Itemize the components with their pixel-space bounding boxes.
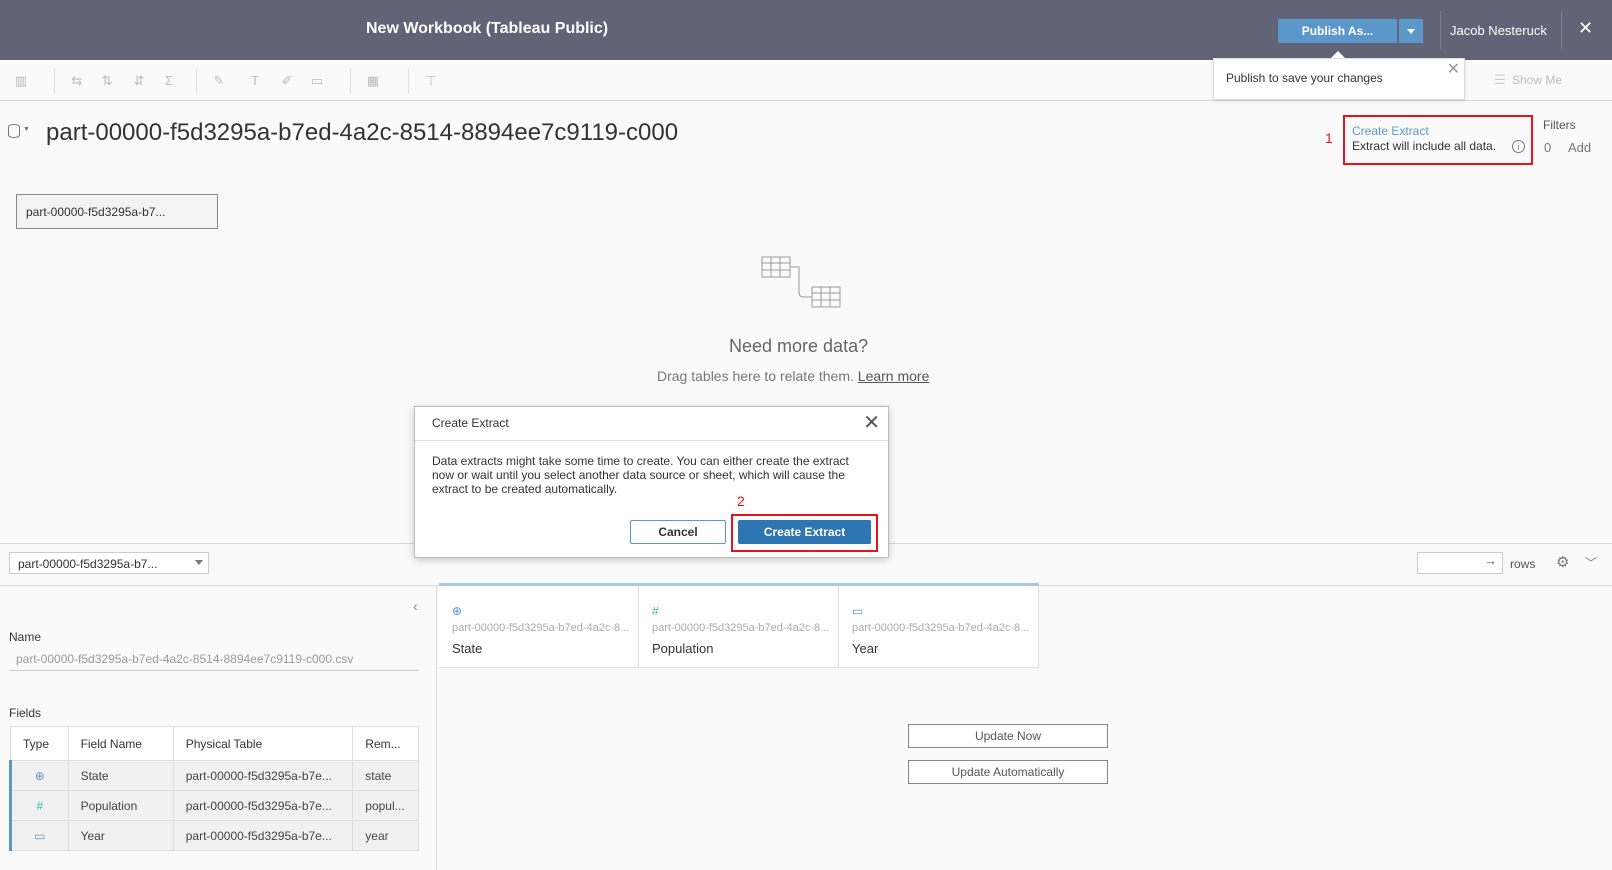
cancel-button[interactable]: Cancel [630,520,726,544]
grid-column-population[interactable]: # part-00000-f5d3295a-b7ed-4a2c-8... Pop… [639,586,839,668]
annotation-number: 1 [1325,130,1333,146]
dialog-header: Create Extract ✕ [415,407,888,441]
field-name[interactable]: Population [67,790,174,821]
table-row[interactable]: ▭ Year part-00000-f5d3295a-b7e... year [9,820,419,851]
learn-more-link[interactable]: Learn more [858,368,930,384]
globe-icon[interactable]: ⊕ [452,604,462,618]
number-icon[interactable]: # [652,604,659,618]
table-select[interactable]: part-00000-f5d3295a-b7... [9,552,209,574]
publish-dropdown-button[interactable] [1399,19,1423,43]
new-data-source-icon[interactable]: ▥ [12,73,30,89]
publish-tooltip-text: Publish to save your changes [1226,71,1383,85]
globe-icon[interactable]: ⊕ [9,760,69,791]
column-header-physical-table[interactable]: Physical Table [172,726,354,761]
filters-label: Filters [1543,118,1576,132]
column-source: part-00000-f5d3295a-b7ed-4a2c-8... [452,622,630,634]
field-name[interactable]: State [67,760,174,791]
rows-label: rows [1510,557,1536,571]
close-icon[interactable]: ✕ [863,410,880,435]
update-now-button[interactable]: Update Now [908,724,1108,748]
data-grid-header: ⊕ part-00000-f5d3295a-b7ed-4a2c-8... Sta… [439,583,1039,668]
grid-column-year[interactable]: ▭ part-00000-f5d3295a-b7ed-4a2c-8... Yea… [839,586,1039,668]
chart-icon[interactable]: ▦ [364,73,382,89]
need-more-data-heading: Need more data? [729,336,869,356]
annotation-number: 2 [737,493,745,509]
gear-icon[interactable]: ⚙ [1556,553,1569,571]
database-icon[interactable] [8,124,20,138]
annotation-icon[interactable]: ✐ [278,73,296,89]
toolbar-divider [350,68,351,94]
labels-icon[interactable]: T [246,73,264,89]
chevron-down-icon[interactable] [195,560,203,565]
remote-field: year [352,820,419,851]
fields-label: Fields [9,706,42,720]
name-field-underline [9,670,419,671]
show-me-icon: ☰ [1494,72,1506,87]
column-source: part-00000-f5d3295a-b7ed-4a2c-8... [852,622,1030,634]
arrow-right-icon[interactable]: → [1484,553,1497,568]
physical-table: part-00000-f5d3295a-b7e... [172,760,354,791]
chevron-down-icon[interactable]: ▼ [23,126,30,133]
sort-descending-icon[interactable]: ⇵ [130,73,148,89]
column-name: Population [652,641,714,656]
data-source-title[interactable]: part-00000-f5d3295a-b7ed-4a2c-8514-8894e… [46,119,678,147]
close-icon[interactable]: ✕ [1447,59,1460,79]
physical-table: part-00000-f5d3295a-b7e... [172,790,354,821]
column-name: Year [852,641,879,656]
need-more-data-text: Drag tables here to relate them. [657,368,854,384]
table-header-row: Type Field Name Physical Table Rem... [10,726,419,761]
remote-field: state [352,760,419,791]
user-menu[interactable]: Jacob Nesteruck [1450,23,1547,38]
column-header-type[interactable]: Type [10,726,69,761]
toolbar-divider [54,68,55,94]
publish-tooltip: Publish to save your changes ✕ [1213,58,1465,100]
show-me-button[interactable]: Show Me [1512,73,1562,87]
publish-as-button[interactable]: Publish As... [1278,19,1397,43]
name-label: Name [9,630,42,644]
chevron-down-icon[interactable]: ﹀ [1585,554,1597,571]
number-icon[interactable]: # [9,790,69,821]
sort-ascending-icon[interactable]: ⇅ [98,73,116,89]
dialog-message: Data extracts might take some time to cr… [432,454,849,496]
totals-icon[interactable]: Σ [160,73,178,89]
toolbar-divider [196,68,197,94]
toolbar-divider [408,68,409,94]
physical-table: part-00000-f5d3295a-b7e... [172,820,354,851]
highlight-icon[interactable]: ✎ [210,73,228,89]
title-bar-divider [1561,11,1562,49]
column-header-remote[interactable]: Rem... [352,726,419,761]
calendar-icon[interactable]: ▭ [852,604,863,618]
fields-table: Type Field Name Physical Table Rem... ⊕ … [9,726,419,851]
relate-tables-icon [761,256,841,308]
filters-count: 0 [1544,140,1552,155]
column-source: part-00000-f5d3295a-b7ed-4a2c-8... [652,622,830,634]
calendar-icon[interactable]: ▭ [9,820,69,851]
table-row[interactable]: # Population part-00000-f5d3295a-b7e... … [9,790,419,821]
collapse-icon[interactable]: ‹ [413,598,418,614]
close-icon[interactable]: ✕ [1578,18,1593,39]
need-more-data-subtext: Drag tables here to relate them. Learn m… [657,368,929,384]
extract-info-text: Extract will include all data. [1352,139,1497,153]
dialog-title: Create Extract [432,416,509,430]
table-row[interactable]: ⊕ State part-00000-f5d3295a-b7e... state [9,760,419,791]
canvas-table-chip[interactable]: part-00000-f5d3295a-b7... [16,194,218,229]
update-automatically-button[interactable]: Update Automatically [908,760,1108,784]
add-filter-link[interactable]: Add [1568,140,1591,155]
annotation-highlight-box [731,514,878,552]
presentation-icon[interactable]: ⊤ [422,73,440,89]
field-name[interactable]: Year [67,820,174,851]
info-icon[interactable]: i [1512,140,1525,153]
title-bar-divider [1440,11,1441,49]
create-extract-link[interactable]: Create Extract [1352,124,1429,138]
column-name: State [452,641,483,656]
name-field[interactable]: part-00000-f5d3295a-b7ed-4a2c-8514-8894e… [16,652,353,666]
remote-field: popul... [352,790,419,821]
fit-icon[interactable]: ▭ [308,73,326,89]
swap-icon[interactable]: ⇆ [68,73,86,89]
column-header-field-name[interactable]: Field Name [67,726,174,761]
grid-column-state[interactable]: ⊕ part-00000-f5d3295a-b7ed-4a2c-8... Sta… [439,586,639,668]
workbook-title: New Workbook (Tableau Public) [366,20,609,37]
